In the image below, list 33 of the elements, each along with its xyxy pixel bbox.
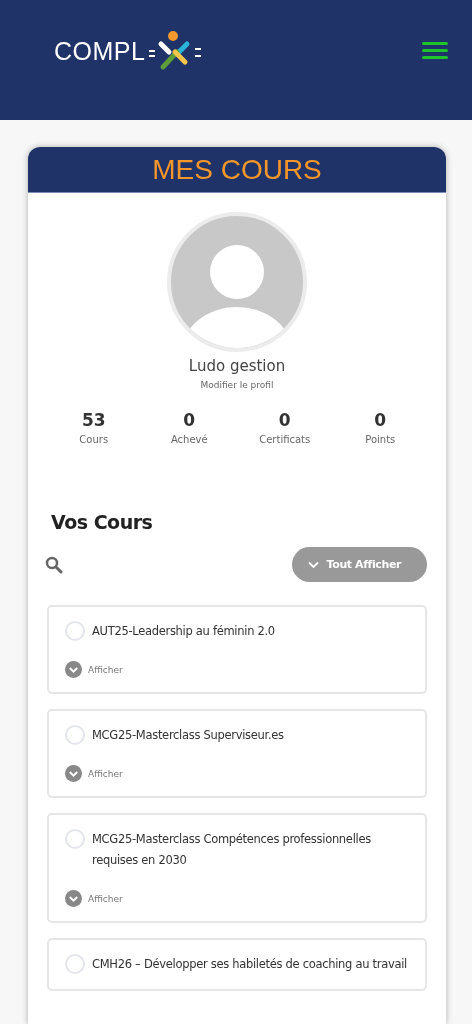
chevron-down-icon	[307, 560, 319, 569]
stat-label: Cours	[79, 434, 109, 445]
stat-label: Certificats	[259, 434, 311, 445]
section-title: Vos Cours	[51, 511, 154, 533]
stat-label: Points	[365, 434, 396, 445]
course-title: AUT25-Leadership au féminin 2.0	[92, 623, 275, 640]
completion-checkbox[interactable]	[65, 621, 85, 641]
user-name: Ludo gestion	[188, 357, 286, 375]
avatar-icon	[167, 212, 307, 352]
show-all-button[interactable]: Tout Afficher	[291, 547, 427, 582]
show-details-button[interactable]: Afficher	[65, 661, 123, 678]
logo-mark-icon	[147, 30, 204, 72]
stat-value: 0	[374, 410, 387, 430]
show-details-button[interactable]: Afficher	[65, 890, 123, 907]
completion-checkbox[interactable]	[65, 954, 85, 974]
chevron-circle-icon	[65, 661, 82, 678]
panel-title: MES COURS	[28, 147, 446, 193]
edit-profile-link[interactable]: Modifier le profil	[200, 380, 274, 390]
logo-text: COMPL	[54, 38, 146, 64]
chevron-circle-icon	[65, 890, 82, 907]
stat-value: 0	[278, 410, 291, 430]
stat-value: 0	[183, 410, 196, 430]
completion-checkbox[interactable]	[65, 725, 85, 745]
search-icon[interactable]	[45, 555, 63, 574]
course-title: CMH26 – Développer ses habiletés de coaching au travail	[92, 956, 407, 973]
show-details-button[interactable]: Afficher	[65, 765, 123, 782]
course-title: MCG25-Masterclass Compétences professionnelles requises en 2030	[92, 831, 372, 869]
stat-value: 53	[81, 410, 106, 430]
chevron-circle-icon	[65, 765, 82, 782]
stat-label: Achevé	[170, 434, 208, 445]
course-title: MCG25-Masterclass Superviseur.es	[92, 727, 284, 744]
completion-checkbox[interactable]	[65, 829, 85, 849]
menu-button[interactable]	[422, 42, 448, 59]
